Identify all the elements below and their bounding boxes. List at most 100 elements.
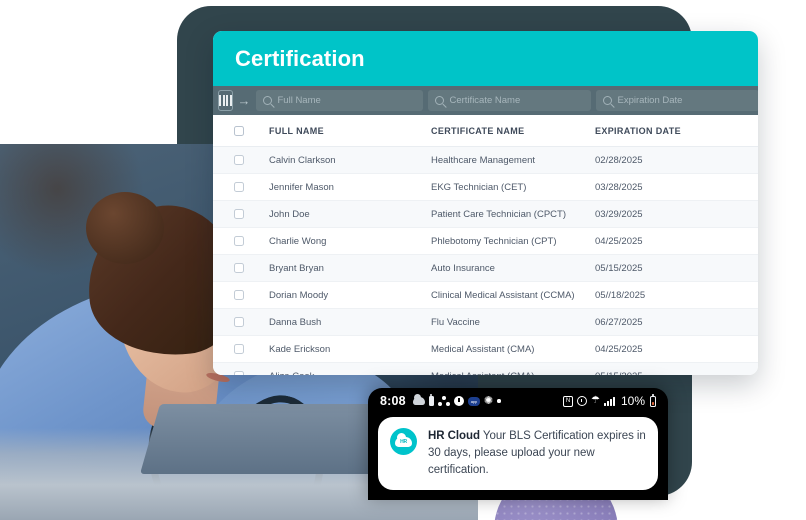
expiration-date-filter-placeholder: Expiration Date [617,95,683,106]
column-bar [229,95,232,106]
cell-full-name: Kade Erickson [269,335,431,363]
row-checkbox[interactable] [234,290,244,300]
cell-expiration-date: 05/15/2025 [595,254,758,282]
cell-full-name: Danna Bush [269,308,431,336]
cell-full-name: Charlie Wong [269,227,431,255]
notification-app-name: HR Cloud [428,430,480,442]
cell-full-name: Bryant Bryan [269,254,431,282]
clock-icon [453,396,464,406]
table-row[interactable]: Aliza CookMedical Assistant (CMA)05/15/2… [213,362,758,375]
screenshot-root: Certification → Full Name Certificate Na… [0,0,806,520]
notification-card[interactable]: HR HR Cloud Your BLS Certification expir… [378,417,658,491]
row-checkbox[interactable] [234,182,244,192]
status-bar-left-icons: app ✺ [412,394,501,407]
arrow-right-icon[interactable]: → [238,90,251,111]
column-bar [222,95,225,106]
row-select-cell [213,362,269,375]
cell-certificate-name: Phlebotomy Technician (CPT) [431,227,595,255]
table-row[interactable]: Dorian Moody Clinical Medical Assistant (… [213,281,758,309]
certificate-name-filter[interactable]: Certificate Name [427,90,591,111]
column-header-certificate-name[interactable]: CERTIFICATE NAME [431,115,595,147]
cell-expiration-date: 03/28/2025 [595,173,758,201]
battery-low-icon [650,393,656,407]
search-icon [262,96,272,105]
row-checkbox[interactable] [234,371,244,375]
table-row[interactable]: Calvin Clarkson Healthcare Management 02/2… [213,146,758,174]
columns-button[interactable] [218,90,233,111]
cell-certificate-name: Healthcare Management [431,146,595,174]
dot-icon [497,399,501,403]
battery-icon [428,394,434,406]
status-bar-right-icons: N ☂ 10% [563,393,656,408]
table-row[interactable]: Danna Bush Flu Vaccine 06/27/2025 [213,308,758,336]
column-header-full-name[interactable]: FULL NAME [269,115,431,147]
bluetooth-share-icon [437,396,450,406]
row-select-cell [213,281,269,309]
cell-certificate-name: Clinical Medical Assistant (CCMA) [431,281,595,309]
wifi-icon: ☂ [591,395,600,406]
search-icon [434,96,444,105]
expiration-date-filter[interactable]: Expiration Date [595,90,758,111]
cell-certificate-name: EKG Technician (CET) [431,173,595,201]
table-row[interactable]: Kade Erickson Medical Assistant (CMA) 04/2… [213,335,758,363]
photo-hair-bun [86,192,164,264]
column-bar [226,95,228,106]
row-select-cell [213,254,269,282]
column-bar [219,95,221,106]
hr-cloud-logo-text: HR [400,439,407,445]
column-header-expiration-date[interactable]: EXPIRATION DATE [595,115,758,147]
cell-expiration-date: 03/29/2025 [595,200,758,228]
row-checkbox[interactable] [234,155,244,165]
dashboard-header: Certification [213,31,758,86]
row-checkbox[interactable] [234,263,244,273]
certificate-name-filter-placeholder: Certificate Name [449,95,521,106]
cell-expiration-date: 04/25/2025 [595,335,758,363]
row-checkbox[interactable] [234,344,244,354]
cell-full-name: Dorian Moody [269,281,431,309]
phone-overlay: 8:08 app ✺ N ☂ 10% HR HR Cloud Your BLS … [368,388,668,500]
battery-percent-label: 10% [620,394,645,408]
table-row[interactable]: Charlie Wong Phlebotomy Technician (CPT) 0… [213,227,758,255]
cell-expiration-date: 05/15/2025 [595,362,758,375]
search-icon [602,96,612,105]
cell-expiration-date: 05//18/2025 [595,281,758,309]
page-title: Certification [235,45,365,71]
alarm-icon [577,396,587,406]
cell-expiration-date: 04/25/2025 [595,227,758,255]
row-select-cell [213,200,269,228]
row-select-cell [213,173,269,201]
full-name-filter[interactable]: Full Name [255,90,423,111]
row-checkbox[interactable] [234,236,244,246]
cloud-icon [412,394,425,405]
select-all-checkbox[interactable] [234,126,244,136]
cell-full-name: Jennifer Mason [269,173,431,201]
table-toolbar: → Full Name Certificate Name Expiration … [213,86,758,115]
hr-cloud-logo-icon: HR [390,428,417,455]
table-row[interactable]: John Doe Patient Care Technician (CPCT) 03… [213,200,758,228]
select-all-cell [213,115,269,147]
cloud-shape: HR [395,433,412,447]
certification-dashboard-card: Certification → Full Name Certificate Na… [213,31,758,375]
cell-full-name: Aliza Cook [269,362,431,375]
cell-certificate-name: Flu Vaccine [431,308,595,336]
nfc-icon: N [563,395,573,407]
status-bar-clock: 8:08 [380,394,406,408]
cell-certificate-name: Medical Assistant (CMA) [431,362,595,375]
full-name-filter-placeholder: Full Name [277,95,321,106]
cell-full-name: John Doe [269,200,431,228]
table-body: Calvin Clarkson Healthcare Management 02/2… [213,146,758,375]
snowflake-icon: ✺ [483,394,494,407]
app-badge-icon: app [467,396,480,406]
table-row[interactable]: Jennifer Mason EKG Technician (CET) 03/28/… [213,173,758,201]
table-row[interactable]: Bryant Bryan Auto Insurance 05/15/2025 [213,254,758,282]
table-head: FULL NAME CERTIFICATE NAME EXPIRATION DA… [213,115,758,147]
signal-icon [603,396,615,406]
row-select-cell [213,308,269,336]
notification-text: HR Cloud Your BLS Certification expires … [428,428,646,478]
row-checkbox[interactable] [234,317,244,327]
row-select-cell [213,146,269,174]
phone-status-bar: 8:08 app ✺ N ☂ 10% [368,388,668,414]
row-checkbox[interactable] [234,209,244,219]
cell-certificate-name: Auto Insurance [431,254,595,282]
certification-table: FULL NAME CERTIFICATE NAME EXPIRATION DA… [213,115,758,375]
